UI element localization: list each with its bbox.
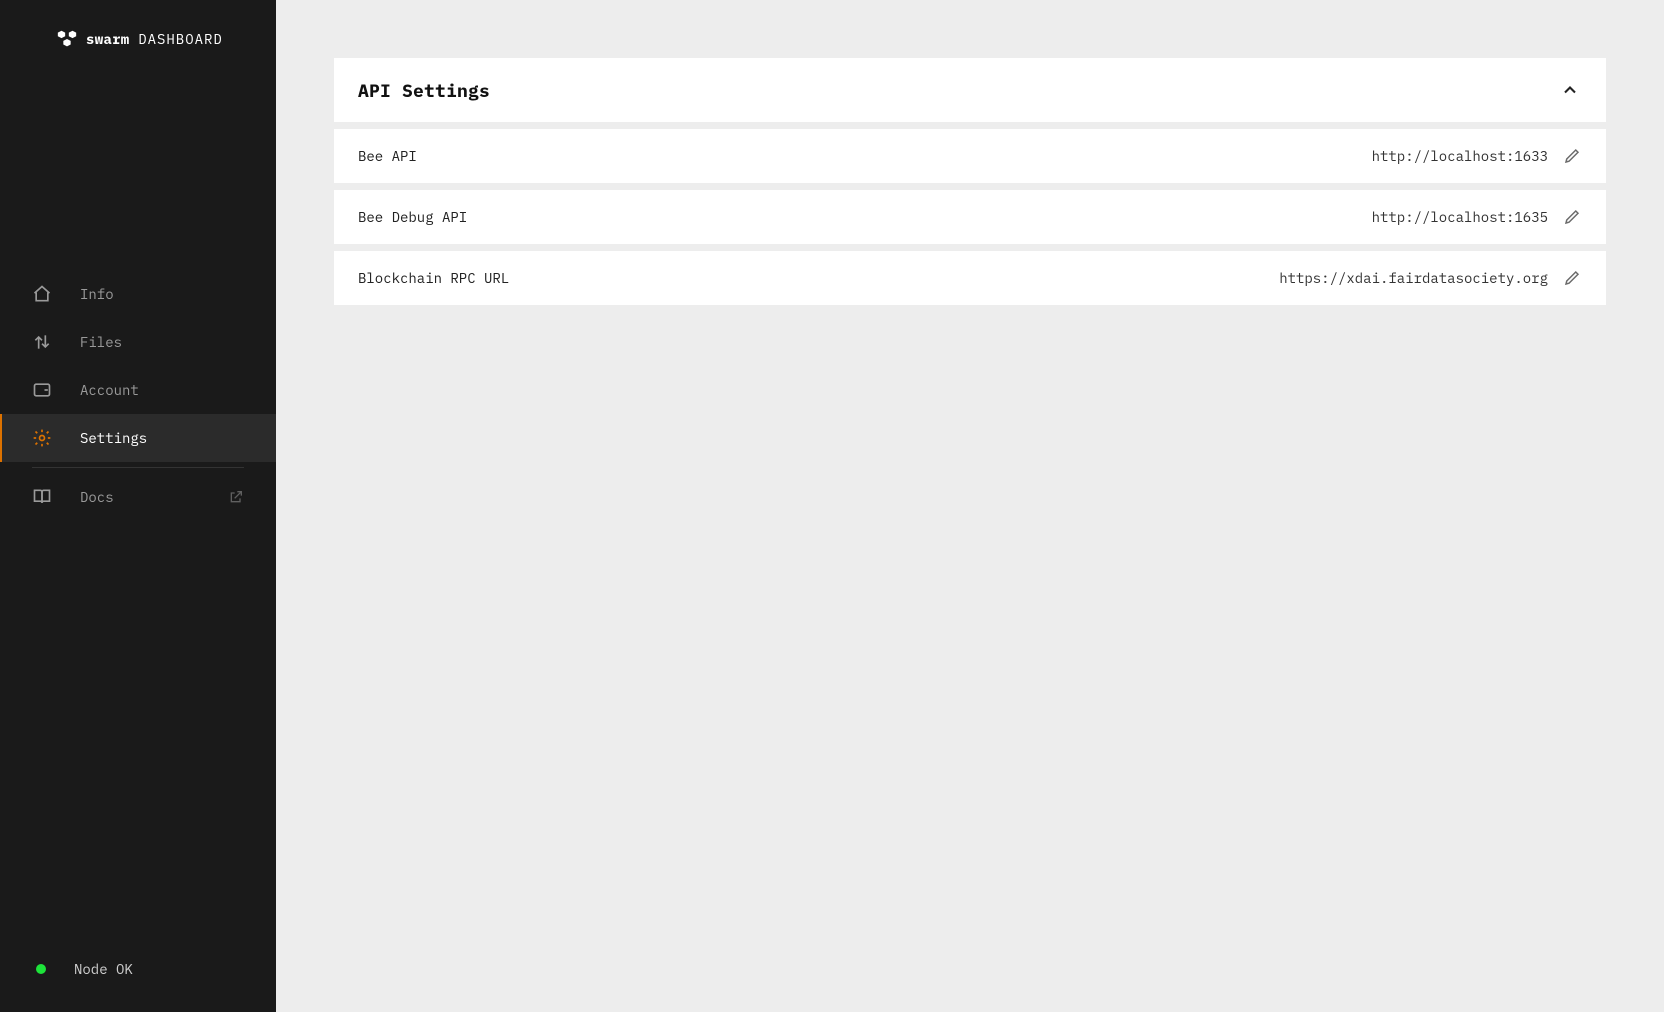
app-root: swarm DASHBOARD Info xyxy=(0,0,1664,1012)
gear-icon xyxy=(32,428,52,448)
setting-value: http://localhost:1633 xyxy=(1372,147,1548,165)
logo-brand: swarm xyxy=(86,30,130,48)
wallet-icon xyxy=(32,380,52,400)
edit-button[interactable] xyxy=(1562,207,1582,227)
edit-button[interactable] xyxy=(1562,268,1582,288)
sidebar-item-docs[interactable]: Docs xyxy=(0,473,276,521)
setting-value: http://localhost:1635 xyxy=(1372,208,1548,226)
nav-divider xyxy=(32,467,244,468)
edit-button[interactable] xyxy=(1562,146,1582,166)
setting-value-group: https://xdai.fairdatasociety.org xyxy=(1279,268,1582,288)
sidebar-item-account[interactable]: Account xyxy=(0,366,276,414)
logo-sub: DASHBOARD xyxy=(138,30,223,48)
sidebar-item-files[interactable]: Files xyxy=(0,318,276,366)
sidebar-item-label: Info xyxy=(80,285,244,303)
setting-value-group: http://localhost:1633 xyxy=(1372,146,1582,166)
setting-label: Blockchain RPC URL xyxy=(358,269,509,287)
logo-text: swarm DASHBOARD xyxy=(86,30,223,48)
logo: swarm DASHBOARD xyxy=(0,0,276,70)
external-link-icon xyxy=(228,489,244,505)
pencil-icon xyxy=(1563,208,1581,226)
sidebar-item-label: Docs xyxy=(80,488,200,506)
status-label: Node OK xyxy=(74,960,133,978)
sidebar-item-label: Settings xyxy=(80,429,244,447)
sidebar: swarm DASHBOARD Info xyxy=(0,0,276,1012)
setting-row-blockchain-rpc: Blockchain RPC URL https://xdai.fairdata… xyxy=(334,251,1606,305)
node-status[interactable]: Node OK xyxy=(0,946,276,992)
home-icon xyxy=(32,284,52,304)
arrows-updown-icon xyxy=(32,332,52,352)
section-title: API Settings xyxy=(358,79,490,102)
setting-label: Bee Debug API xyxy=(358,208,467,226)
pencil-icon xyxy=(1563,147,1581,165)
setting-value: https://xdai.fairdatasociety.org xyxy=(1279,269,1548,287)
setting-value-group: http://localhost:1635 xyxy=(1372,207,1582,227)
sidebar-nav: Info Files xyxy=(0,270,276,521)
settings-section-header[interactable]: API Settings xyxy=(334,58,1606,122)
setting-row-bee-api: Bee API http://localhost:1633 xyxy=(334,129,1606,183)
main-content: API Settings Bee API http://localhost:16… xyxy=(276,0,1664,1012)
setting-label: Bee API xyxy=(358,147,417,165)
swarm-logo-icon xyxy=(56,28,78,50)
sidebar-item-label: Files xyxy=(80,333,244,351)
book-icon xyxy=(32,487,52,507)
setting-row-bee-debug-api: Bee Debug API http://localhost:1635 xyxy=(334,190,1606,244)
pencil-icon xyxy=(1563,269,1581,287)
sidebar-item-label: Account xyxy=(80,381,244,399)
sidebar-footer: Node OK xyxy=(0,946,276,1012)
chevron-up-icon[interactable] xyxy=(1558,78,1582,102)
sidebar-item-settings[interactable]: Settings xyxy=(0,414,276,462)
sidebar-item-info[interactable]: Info xyxy=(0,270,276,318)
status-dot-icon xyxy=(36,964,46,974)
